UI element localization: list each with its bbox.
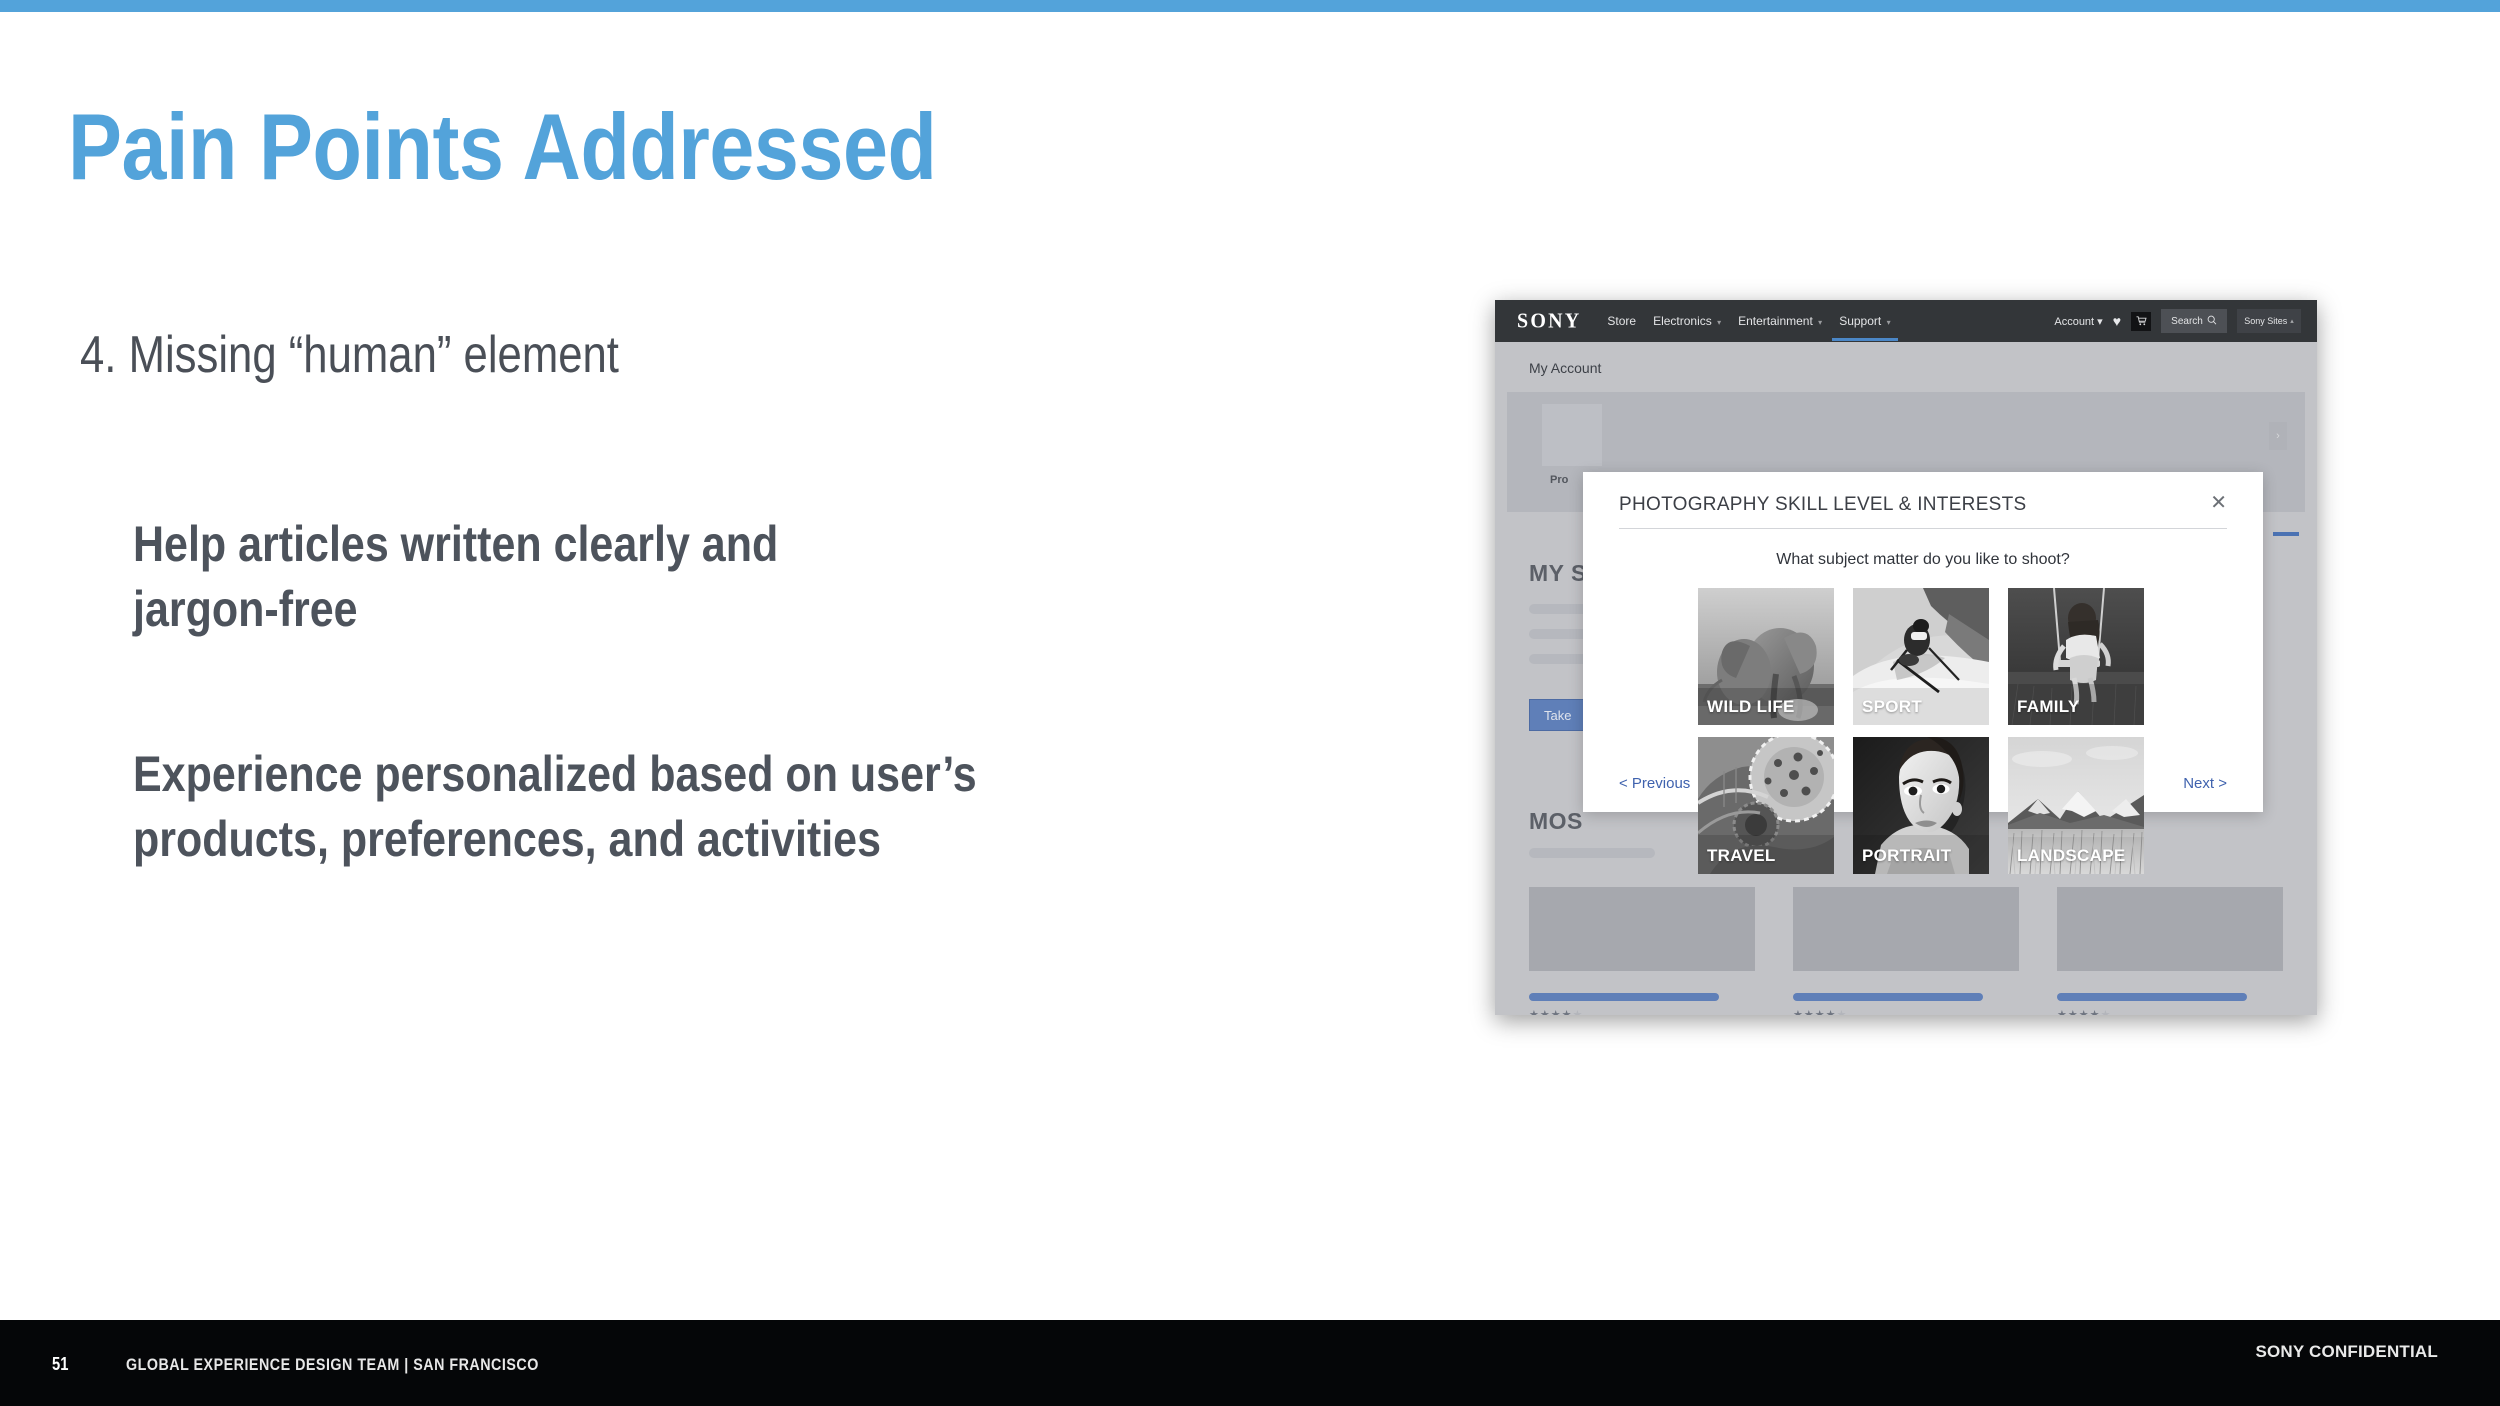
profile-label: Pro [1550,474,1569,486]
nav-utilities: Account ▾ ♥ Search Sony Sites ▴ [2054,309,2301,333]
tile-label: PORTRAIT [1862,846,1952,865]
nav-item-support[interactable]: Support ▾ [1832,301,1899,341]
cart-glyph [2136,316,2147,326]
product-title-bar [1793,993,1983,1001]
body-line: products, preferences, and activities [133,811,881,867]
chevron-up-icon: ▴ [2290,318,2294,325]
tile-label: TRAVEL [1707,846,1776,865]
nav-item-store[interactable]: Store [1607,301,1636,341]
subject-tile-wild-life[interactable]: WILD LIFE [1698,588,1834,725]
product-image-placeholder [2057,887,2283,971]
chevron-down-icon: ▾ [1818,318,1823,327]
product-image-placeholder [1793,887,2019,971]
rating-stars: ★★★★★ [1529,1008,1755,1015]
sony-logo: SONY [1517,308,1582,333]
next-link[interactable]: Next > [2183,775,2227,792]
chevron-down-icon: ▾ [1886,318,1891,327]
stars-empty: ★ [1836,1009,1848,1015]
modal-header: PHOTOGRAPHY SKILL LEVEL & INTERESTS ✕ [1583,472,2263,516]
stars-filled: ★★★★ [1793,1009,1837,1015]
product-title-bar [1529,993,1719,1001]
body-line: Experience personalized based on user’s [133,746,977,802]
slide-subtitle: 4. Missing “human” element [80,326,619,384]
tile-label: SPORT [1862,697,1923,716]
carousel-next-tab[interactable]: › [2269,422,2287,450]
magnifier-glyph [2207,315,2217,325]
tile-label: FAMILY [2017,697,2080,716]
placeholder-bar [1529,848,1655,858]
avatar [1542,404,1602,466]
sony-sites-button[interactable]: Sony Sites ▴ [2237,309,2301,333]
modal-footer: < Previous Next > [1583,775,2263,792]
product-card-row: ★★★★★ ★★★★★ ★★★★★ [1529,887,2285,1015]
body-line: jargon-free [133,581,358,637]
tile-label: LANDSCAPE [2017,846,2126,865]
stars-filled: ★★★★ [1529,1009,1573,1015]
modal-title: PHOTOGRAPHY SKILL LEVEL & INTERESTS [1619,494,2027,515]
subject-tile-travel[interactable]: TRAVEL [1698,737,1834,874]
divider [1619,528,2227,529]
slide-canvas: Pain Points Addressed 4. Missing “human”… [0,0,2500,1406]
slide-footer: 51 GLOBAL EXPERIENCE DESIGN TEAM | SAN F… [0,1320,2500,1406]
product-card[interactable]: ★★★★★ [2057,887,2283,1015]
footer-team-label: GLOBAL EXPERIENCE DESIGN TEAM | SAN FRAN… [126,1355,539,1374]
site-navbar: SONY Store Electronics ▾ Entertainment ▾… [1495,300,2317,342]
body-paragraph-1: Help articles written clearly and jargon… [133,512,1182,642]
cart-icon[interactable] [2131,311,2151,331]
subject-tile-grid: WILD LIFE SPORT FAMILY TRAVEL PORTRAIT L… [1698,588,2148,874]
body-line: Help articles written clearly and [133,516,779,572]
section-heading-my: MY S [1529,560,1587,586]
photography-interests-modal: PHOTOGRAPHY SKILL LEVEL & INTERESTS ✕ Wh… [1583,472,2263,874]
product-card[interactable]: ★★★★★ [1529,887,1755,1015]
chevron-down-icon: ▾ [1717,318,1722,327]
nav-item-label: Store [1607,314,1637,328]
previous-link[interactable]: < Previous [1619,775,1690,792]
nav-item-electronics[interactable]: Electronics ▾ [1653,301,1721,341]
nav-item-label: Entertainment [1738,314,1813,328]
stars-empty: ★ [2100,1009,2112,1015]
sony-website-mockup: SONY Store Electronics ▾ Entertainment ▾… [1495,300,2317,1015]
nav-item-label: Electronics [1653,314,1712,328]
search-button[interactable]: Search [2161,309,2227,333]
search-icon [2207,315,2217,328]
nav-item-label: Support [1839,314,1882,328]
product-image-placeholder [1529,887,1755,971]
page-title: Pain Points Addressed [68,94,937,199]
section-heading-most: MOS [1529,808,1583,834]
stars-filled: ★★★★ [2057,1009,2101,1015]
subject-tile-portrait[interactable]: PORTRAIT [1853,737,1989,874]
heart-icon[interactable]: ♥ [2113,314,2121,328]
rating-stars: ★★★★★ [1793,1008,2019,1015]
body-paragraph-2: Experience personalized based on user’s … [133,742,1182,872]
product-title-bar [2057,993,2247,1001]
rating-stars: ★★★★★ [2057,1008,2283,1015]
subject-tile-landscape[interactable]: LANDSCAPE [2008,737,2144,874]
product-card[interactable]: ★★★★★ [1793,887,2019,1015]
page-number: 51 [52,1354,69,1374]
breadcrumb: My Account [1529,360,1602,376]
account-menu[interactable]: Account ▾ [2054,315,2102,328]
close-icon[interactable]: ✕ [2210,493,2227,513]
modal-question: What subject matter do you like to shoot… [1776,551,2070,568]
top-accent-bar [0,0,2500,12]
search-label: Search [2171,315,2203,327]
tile-label: WILD LIFE [1707,697,1795,716]
primary-nav: Store Electronics ▾ Entertainment ▾ Supp… [1607,301,1899,341]
nav-item-entertainment[interactable]: Entertainment ▾ [1738,301,1822,341]
stars-empty: ★ [1572,1009,1584,1015]
subject-tile-sport[interactable]: SPORT [1853,588,1989,725]
accent-underline [2273,532,2299,536]
sony-sites-label: Sony Sites [2244,316,2288,326]
confidential-label: SONY CONFIDENTIAL [2255,1342,2438,1361]
subject-tile-family[interactable]: FAMILY [2008,588,2144,725]
